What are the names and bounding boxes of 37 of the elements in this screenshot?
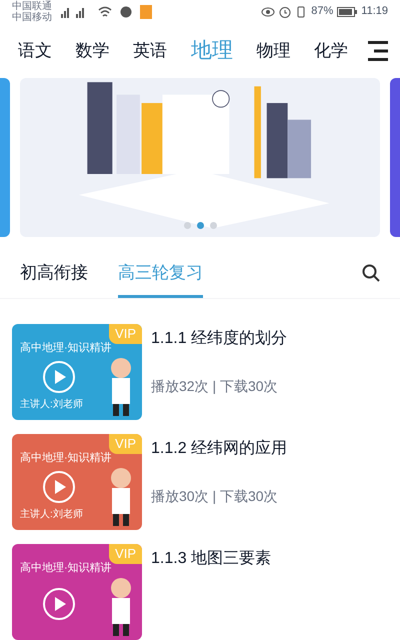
lesson-title[interactable]: 1.1.3 地图三要素 [151,547,272,571]
carrier-label: 中国移动 [12,12,52,23]
section-tab[interactable]: 初高衔接 [20,248,88,298]
subject-tab[interactable]: 英语 [133,38,168,64]
battery-percent: 87% [311,4,334,20]
subject-tab[interactable]: 物理 [256,38,290,64]
battery-icon [337,6,358,17]
menu-icon[interactable] [368,40,388,62]
thumbnail-title: 高中地理·知识精讲 [20,560,113,576]
clock: 11:19 [361,4,388,20]
lesson-stats: 播放30次 | 下载30次 [151,487,279,506]
vibrate-icon [295,6,308,18]
play-icon[interactable] [42,470,76,504]
banner-illustration[interactable] [20,78,380,238]
lesson-stats: 播放32次 | 下载30次 [151,377,279,396]
subject-tab[interactable]: 化学 [314,38,348,64]
play-icon[interactable] [42,587,76,622]
chat-icon [120,6,132,18]
lecturer-label: 主讲人:刘老师 [20,398,84,412]
thumbnail-title: 高中地理·知识精讲 [20,450,113,466]
alarm-icon [279,6,292,18]
lesson-title[interactable]: 1.1.2 经纬网的应用 [151,437,288,461]
search-icon[interactable] [362,264,380,282]
thumbnail-title: 高中地理·知识精讲 [20,340,113,356]
lesson-title[interactable]: 1.1.1 经纬度的划分 [151,327,288,351]
notification-icon [140,4,152,19]
subject-tab[interactable]: 语文 [18,38,52,64]
subject-tab[interactable]: 数学 [76,38,110,64]
play-icon[interactable] [42,360,76,394]
lecturer-label: 主讲人:刘老师 [20,508,84,522]
vip-badge: VIP [109,324,142,344]
eye-icon [261,6,276,18]
vip-badge: VIP [109,544,142,564]
carrier-label: 中国联通 [12,0,52,12]
video-thumbnail[interactable]: VIP 高中地理·知识精讲 [12,544,142,640]
vip-badge: VIP [109,434,142,454]
wifi-icon [98,6,112,18]
